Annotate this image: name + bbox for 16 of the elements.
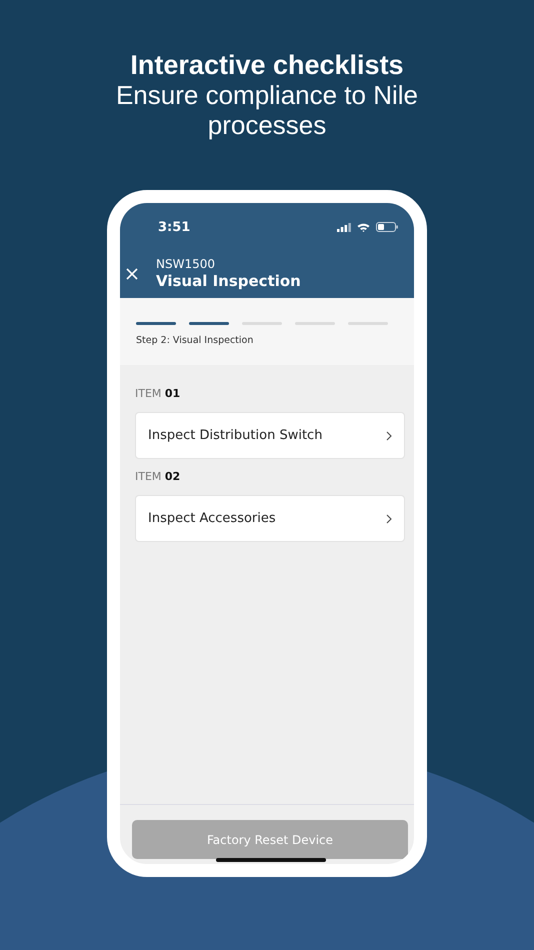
chevron-icon [386,514,392,524]
battery-icon [376,222,398,232]
device-code: NSW1500 [156,257,216,272]
item-label: ITEM 01 [135,387,182,400]
close-icon[interactable] [126,268,138,280]
step-label: Step 2: Visual Inspection [136,335,254,346]
checklist-item[interactable]: Inspect Accessories [135,495,405,542]
screen-title: Visual Inspection [156,272,301,291]
headline: Interactive checklists [130,50,404,80]
subheadline: Ensure compliance to Nile processes [114,80,420,140]
status-time: 3:51 [158,220,190,234]
chevron-icon [386,430,392,440]
item-label: ITEM 02 [135,470,182,483]
signal-icon [337,222,351,232]
checklist-item[interactable]: Inspect Distribution Switch [135,412,405,459]
wifi-icon [357,222,370,232]
